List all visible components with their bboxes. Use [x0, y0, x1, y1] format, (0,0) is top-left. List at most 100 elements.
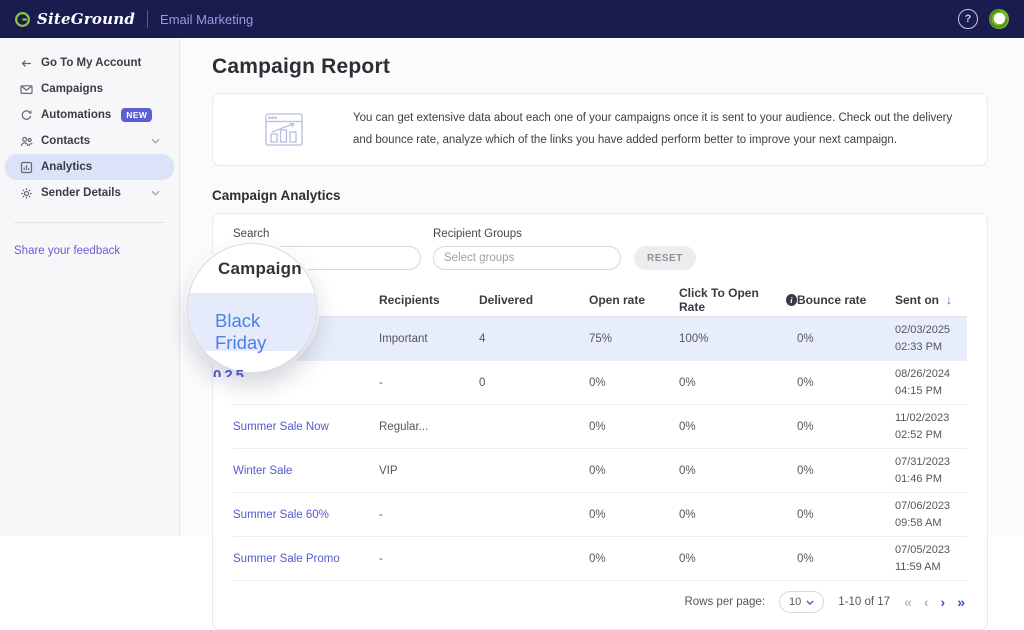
sidebar-item-sender-details[interactable]: Sender Details — [5, 180, 174, 206]
table-row: Summer Sale Now Regular... 0% 0% 0% 11/0… — [233, 405, 967, 449]
cell-open-rate: 75% — [589, 332, 613, 345]
column-header-open-rate[interactable]: Open rate — [589, 293, 679, 307]
recipient-groups-input[interactable] — [433, 246, 621, 270]
cell-click-to-open-rate: 0% — [679, 376, 696, 389]
column-header-label: Sent on — [895, 293, 939, 307]
sidebar-item-campaigns[interactable]: Campaigns — [5, 76, 174, 102]
envelope-icon — [19, 83, 33, 96]
cell-bounce-rate: 0% — [797, 376, 814, 389]
cell-open-rate: 0% — [589, 376, 606, 389]
app-title: Email Marketing — [160, 11, 254, 27]
first-page-button[interactable]: « — [904, 595, 912, 609]
lens-black-friday-link: Black Friday — [215, 310, 267, 353]
search-label: Search — [233, 228, 270, 240]
cell-sent-on: 11/02/2023 02:52 PM — [895, 412, 950, 441]
cell-bounce-rate: 0% — [797, 508, 814, 521]
gear-icon — [19, 187, 33, 200]
chevron-down-icon — [151, 138, 160, 144]
sidebar-item-analytics[interactable]: Analytics — [5, 154, 174, 180]
brand-name: SiteGround — [37, 10, 136, 28]
column-header-bounce-rate[interactable]: Bounce rate — [797, 293, 895, 307]
campaign-table: Campaign Recipients Delivered Open rate … — [233, 286, 967, 581]
section-title: Campaign Analytics — [212, 188, 341, 203]
info-description: You can get extensive data about each on… — [353, 112, 953, 146]
column-header-click-to-open-rate[interactable]: Click To Open Rate i — [679, 286, 797, 314]
sidebar-item-automations[interactable]: Automations NEW — [5, 102, 174, 128]
page-title: Campaign Report — [212, 55, 391, 78]
cell-recipients: Regular... — [379, 420, 429, 433]
rows-per-page-label: Rows per page: — [684, 596, 766, 608]
campaign-link[interactable]: Winter Sale — [233, 465, 379, 477]
help-icon[interactable]: ? — [958, 9, 978, 29]
column-header-recipients[interactable]: Recipients — [379, 293, 479, 307]
cell-delivered: 4 — [479, 332, 486, 345]
sidebar-item-label: Go To My Account — [41, 57, 142, 69]
avatar[interactable] — [988, 8, 1010, 30]
cell-open-rate: 0% — [589, 552, 606, 565]
info-icon[interactable]: i — [785, 294, 797, 306]
table-row: Summer Sale 60% - 0% 0% 0% 07/06/2023 09… — [233, 493, 967, 537]
rows-per-page-select[interactable]: 10 — [779, 591, 825, 613]
cell-click-to-open-rate: 0% — [679, 420, 696, 433]
table-row: Winter Sale VIP 0% 0% 0% 07/31/2023 01:4… — [233, 449, 967, 493]
pagination: Rows per page: 10 1-10 of 17 « ‹ › » — [233, 581, 967, 625]
report-chart-icon — [265, 113, 303, 146]
column-header-label: Click To Open Rate — [679, 286, 759, 314]
cell-bounce-rate: 0% — [797, 420, 814, 433]
sidebar-item-label: Contacts — [41, 135, 91, 147]
sidebar-item-go-to-my-account[interactable]: Go To My Account — [5, 50, 174, 76]
analytics-card: Search Recipient Groups RESET Campaign R… — [212, 213, 988, 630]
cell-bounce-rate: 0% — [797, 552, 814, 565]
new-badge: NEW — [121, 108, 153, 122]
cell-open-rate: 0% — [589, 508, 606, 521]
cell-bounce-rate: 0% — [797, 464, 814, 477]
cell-click-to-open-rate: 0% — [679, 552, 696, 565]
pagination-range: 1-10 of 17 — [838, 596, 891, 608]
column-header-sent-on[interactable]: Sent on ↓ — [895, 286, 967, 314]
cell-sent-on: 02/03/2025 02:33 PM — [895, 324, 951, 353]
recipient-groups-label: Recipient Groups — [433, 228, 522, 240]
filters-row: Search Recipient Groups RESET — [233, 228, 967, 270]
info-card: You can get extensive data about each on… — [212, 93, 988, 166]
sort-descending-icon[interactable]: ↓ — [946, 291, 952, 309]
column-header-delivered[interactable]: Delivered — [479, 293, 589, 307]
back-arrow-icon — [19, 57, 33, 70]
cell-sent-on: 08/26/2024 04:15 PM — [895, 368, 951, 397]
sidebar-item-label: Sender Details — [41, 187, 121, 199]
chevron-down-icon — [806, 599, 814, 605]
campaign-link[interactable]: Summer Sale Promo — [233, 553, 379, 565]
sidebar-item-label: Automations — [41, 109, 112, 121]
cell-click-to-open-rate: 100% — [679, 332, 709, 345]
cell-recipients: - — [379, 552, 383, 565]
siteground-logo-icon — [14, 11, 31, 28]
cell-recipients: Important — [379, 332, 428, 345]
lens-fragment-text: 025 — [213, 367, 248, 377]
people-icon — [19, 135, 33, 148]
share-feedback-link[interactable]: Share your feedback — [14, 245, 165, 257]
table-row: - 0 0% 0% 0% 08/26/2024 04:15 PM — [233, 361, 967, 405]
sidebar-item-label: Analytics — [41, 161, 93, 173]
table-header-row: Campaign Recipients Delivered Open rate … — [233, 286, 967, 317]
analytics-chart-icon — [19, 161, 33, 174]
cell-open-rate: 0% — [589, 464, 606, 477]
refresh-icon — [19, 109, 33, 122]
cell-bounce-rate: 0% — [797, 332, 814, 345]
cell-sent-on: 07/06/2023 09:58 AM — [895, 500, 951, 529]
reset-button[interactable]: RESET — [634, 246, 696, 270]
table-row: Black Friday Important 4 75% 100% 0% 02/… — [233, 317, 967, 361]
rows-per-page-value: 10 — [789, 596, 802, 608]
sidebar-item-label: Campaigns — [41, 83, 103, 95]
sidebar-item-contacts[interactable]: Contacts — [5, 128, 174, 154]
cell-open-rate: 0% — [589, 420, 606, 433]
cell-click-to-open-rate: 0% — [679, 464, 696, 477]
campaign-link[interactable]: Summer Sale Now — [233, 421, 379, 433]
top-bar: SiteGround Email Marketing ? — [0, 0, 1024, 38]
cell-sent-on: 07/05/2023 11:59 AM — [895, 544, 951, 573]
campaign-link[interactable]: Summer Sale 60% — [233, 509, 379, 521]
next-page-button[interactable]: › — [941, 595, 946, 609]
sidebar-divider — [14, 222, 165, 223]
previous-page-button[interactable]: ‹ — [924, 595, 929, 609]
last-page-button[interactable]: » — [957, 595, 965, 609]
topbar-divider — [147, 10, 149, 28]
siteground-logo[interactable]: SiteGround — [14, 10, 135, 28]
